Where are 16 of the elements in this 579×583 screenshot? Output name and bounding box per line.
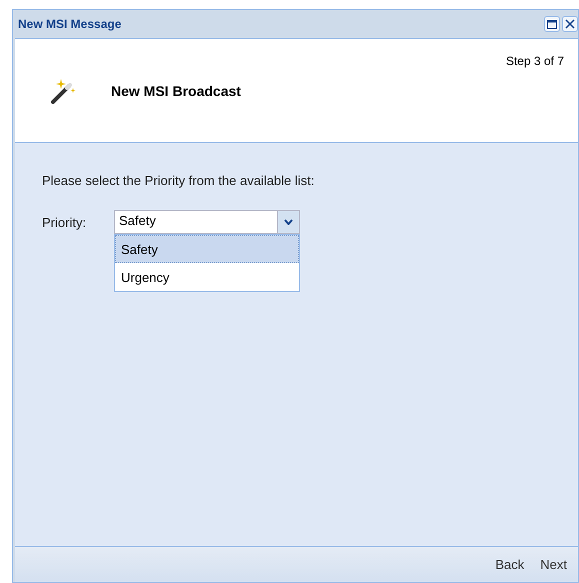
dropdown-trigger[interactable] (277, 211, 299, 233)
window-title: New MSI Message (18, 17, 122, 31)
priority-combobox[interactable]: Safety (114, 210, 300, 234)
nav-button[interactable]: Back (490, 555, 530, 574)
step-indicator: Step 3 of 7 (506, 54, 564, 68)
instruction-text: Please select the Priority from the available list: (42, 173, 316, 188)
caret-icon (284, 219, 293, 225)
close-icon (565, 19, 575, 29)
field-label: Priority: (42, 214, 88, 230)
header-title: New MSI Broadcast (111, 82, 241, 98)
dropdown-option[interactable]: Safety (115, 235, 299, 263)
combobox-value: Safety (118, 212, 157, 230)
maximize-button[interactable] (544, 16, 560, 32)
close-button[interactable] (562, 16, 578, 32)
nav-button[interactable]: Next (535, 555, 572, 574)
maximize-icon (547, 20, 557, 28)
